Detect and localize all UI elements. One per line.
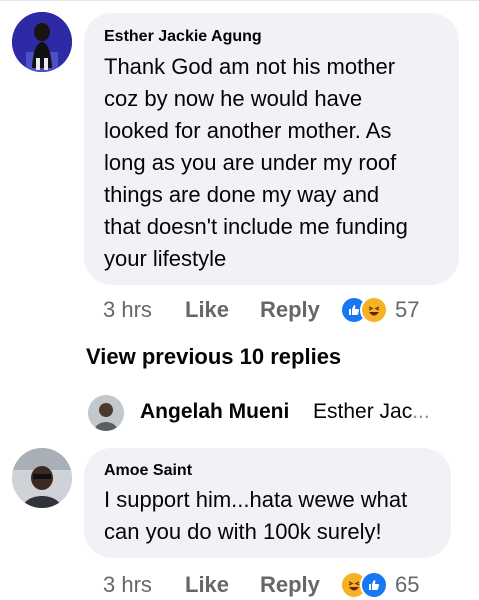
- avatar-angelah[interactable]: [88, 395, 124, 431]
- reply-button[interactable]: Reply: [260, 572, 340, 598]
- reactions-summary[interactable]: [340, 296, 395, 324]
- comment-actions: 3 hrs Like Reply 57: [103, 295, 419, 325]
- comment-timestamp[interactable]: 3 hrs: [103, 572, 185, 598]
- haha-icon: [360, 296, 388, 324]
- like-button[interactable]: Like: [185, 572, 260, 598]
- avatar-photo: [12, 12, 72, 72]
- reply-preview-ellipsis: ...: [412, 400, 430, 423]
- reaction-count[interactable]: 65: [395, 572, 419, 598]
- reply-preview-text: Esther Jac: [313, 400, 413, 423]
- top-divider: [0, 0, 479, 1]
- comment-bubble: Esther Jackie Agung Thank God am not his…: [84, 13, 459, 285]
- comment-timestamp[interactable]: 3 hrs: [103, 297, 185, 323]
- avatar-photo: [88, 395, 124, 431]
- comment-text: Thank God am not his mother coz by now h…: [104, 54, 408, 271]
- avatar-photo: [12, 448, 72, 508]
- like-button[interactable]: Like: [185, 297, 260, 323]
- reply-button[interactable]: Reply: [260, 297, 340, 323]
- comment-bubble: Amoe Saint I support him...hata wewe wha…: [84, 448, 451, 558]
- reactions-summary[interactable]: [340, 571, 395, 599]
- avatar-esther[interactable]: [12, 12, 72, 72]
- like-icon: [360, 571, 388, 599]
- comment-author[interactable]: Esther Jackie Agung: [104, 28, 262, 46]
- comment-text: I support him...hata wewe what can you d…: [104, 487, 408, 544]
- reply-preview-snippet: Esther Jac...: [313, 400, 430, 424]
- view-previous-replies-link[interactable]: View previous 10 replies: [86, 344, 341, 370]
- reaction-count[interactable]: 57: [395, 297, 419, 323]
- reply-preview-author[interactable]: Angelah Mueni: [140, 400, 289, 424]
- comment-actions: 3 hrs Like Reply 65: [103, 570, 419, 600]
- avatar-amoe[interactable]: [12, 448, 72, 508]
- comment-author[interactable]: Amoe Saint: [104, 462, 192, 480]
